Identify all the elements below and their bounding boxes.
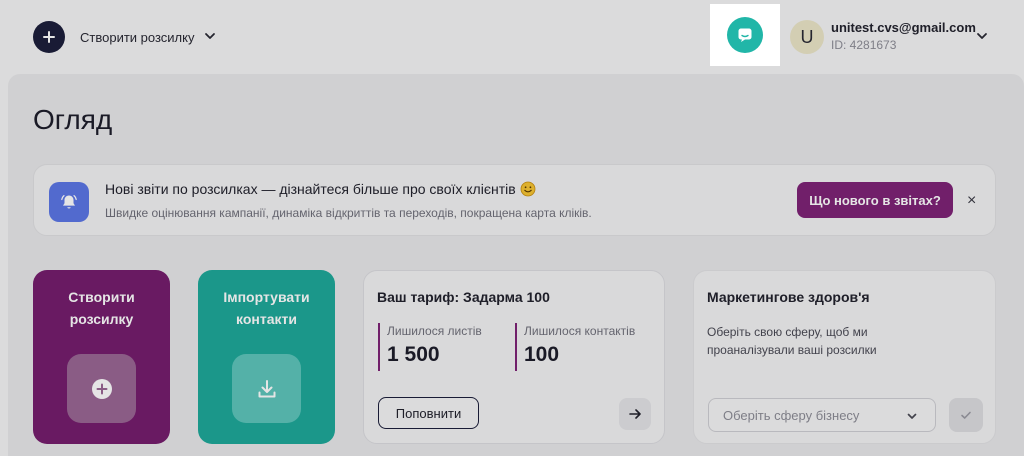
check-icon <box>961 411 971 419</box>
confirm-sphere-button[interactable] <box>949 398 983 432</box>
chevron-down-icon[interactable] <box>203 29 217 43</box>
top-up-button[interactable]: Поповнити <box>378 397 479 429</box>
marketing-health-title: Маркетингове здоров'я <box>707 289 870 305</box>
help-chat-button[interactable] <box>727 17 763 53</box>
download-icon <box>258 379 275 397</box>
banner-subtitle: Швидке оцінювання кампанії, динаміка від… <box>105 206 592 220</box>
account-avatar[interactable]: U <box>790 20 824 54</box>
account-chevron-down-icon[interactable] <box>975 29 989 43</box>
marketing-health-description: Оберіть свою сферу, щоб ми проаналізувал… <box>707 325 877 357</box>
bell-icon <box>61 195 77 209</box>
page-title: Огляд <box>33 104 113 135</box>
import-contacts-card-label: Імпортувати контакти <box>223 289 310 327</box>
create-campaign-card-icon-box <box>67 354 136 423</box>
create-campaign-card-label: Створити розсилку <box>68 289 135 327</box>
contacts-left-stat: Лишилося контактів 100 <box>515 323 635 371</box>
chat-support-icon <box>738 28 752 42</box>
tariff-details-button[interactable] <box>619 398 651 430</box>
import-contacts-card-icon-box <box>232 354 301 423</box>
banner-title: Нові звіти по розсилках — дізнайтеся біл… <box>105 181 536 197</box>
create-campaign-label[interactable]: Створити розсилку <box>80 30 194 45</box>
help-chat-highlight <box>710 4 780 66</box>
reports-announcement-banner: Нові звіти по розсилках — дізнайтеся біл… <box>33 164 996 236</box>
business-sphere-select[interactable]: Оберіть сферу бізнесу <box>708 398 936 432</box>
letters-left-value: 1 500 <box>387 343 440 366</box>
plus-circle-icon <box>91 378 112 399</box>
contacts-left-label: Лишилося контактів <box>524 324 636 338</box>
topbar: Створити розсилку U unitest.cvs@gmail.co… <box>0 0 1024 72</box>
letters-left-stat: Лишилося листів 1 500 <box>378 323 482 371</box>
account-email[interactable]: unitest.cvs@gmail.com <box>831 20 976 35</box>
create-campaign-plus-button[interactable] <box>33 21 65 53</box>
marketing-health-card: Маркетингове здоров'я Оберіть свою сферу… <box>693 270 996 444</box>
banner-title-text: Нові звіти по розсилках — дізнайтеся біл… <box>105 181 516 197</box>
letters-left-label: Лишилося листів <box>387 324 482 338</box>
plus-icon <box>43 31 55 43</box>
contacts-left-value: 100 <box>524 343 560 366</box>
business-sphere-placeholder: Оберіть сферу бізнесу <box>723 408 860 423</box>
create-campaign-card[interactable]: Створити розсилку <box>33 270 170 444</box>
import-contacts-card[interactable]: Імпортувати контакти <box>198 270 335 444</box>
close-icon[interactable]: × <box>967 191 976 211</box>
app-root: Створити розсилку U unitest.cvs@gmail.co… <box>0 0 1024 456</box>
bell-icon-box <box>49 182 89 222</box>
tariff-card: Ваш тариф: Задарма 100 Лишилося листів 1… <box>363 270 665 444</box>
chevron-down-icon <box>907 413 917 419</box>
tariff-title: Ваш тариф: Задарма 100 <box>377 289 550 305</box>
smile-emoji-icon <box>520 181 536 197</box>
whats-new-in-reports-button[interactable]: Що нового в звітах? <box>797 182 953 218</box>
account-id: ID: 4281673 <box>831 38 897 52</box>
arrow-right-icon <box>629 409 641 419</box>
